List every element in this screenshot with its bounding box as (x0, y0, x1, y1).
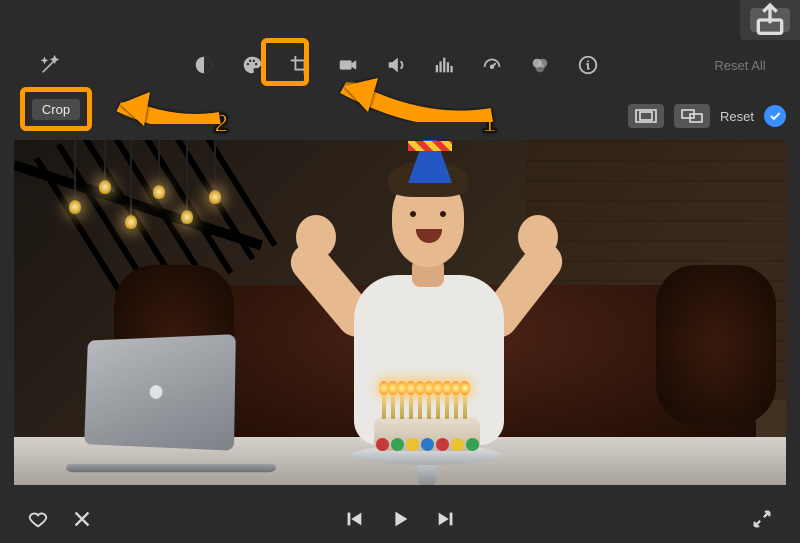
color-correction-icon[interactable] (238, 51, 266, 79)
fit-button[interactable] (628, 104, 664, 128)
playback-bar (0, 495, 800, 543)
next-frame-icon[interactable] (434, 507, 458, 531)
auto-enhance-icon[interactable] (36, 51, 64, 79)
play-icon[interactable] (388, 507, 412, 531)
crop-mode-button[interactable]: Crop (32, 99, 80, 120)
video-preview (14, 140, 786, 485)
volume-icon[interactable] (382, 51, 410, 79)
camera-stabilization-icon[interactable] (334, 51, 362, 79)
fullscreen-icon[interactable] (750, 507, 774, 531)
annotation-highlight-crop-button: Crop (20, 87, 92, 131)
previous-frame-icon[interactable] (342, 507, 366, 531)
annotation-label-2: 2 (214, 108, 228, 139)
info-icon[interactable] (574, 51, 602, 79)
titlebar-share-area (740, 0, 800, 40)
annotation-arrow-2 (90, 80, 230, 140)
reject-icon[interactable] (70, 507, 94, 531)
adjust-toolbar: Reset All (0, 45, 800, 85)
crop-tool-icon[interactable] (286, 51, 314, 79)
color-balance-icon[interactable] (190, 51, 218, 79)
crop-controls: Reset (628, 104, 786, 128)
ken-burns-button[interactable] (674, 104, 710, 128)
share-button[interactable] (750, 8, 790, 32)
speed-icon[interactable] (478, 51, 506, 79)
crop-reset-button[interactable]: Reset (720, 109, 754, 124)
favorite-icon[interactable] (26, 507, 50, 531)
equalizer-icon[interactable] (430, 51, 458, 79)
reset-all-button: Reset All (714, 58, 765, 73)
annotation-label-1: 1 (482, 108, 496, 139)
apply-checkmark-button[interactable] (764, 105, 786, 127)
clip-filter-icon[interactable] (526, 51, 554, 79)
